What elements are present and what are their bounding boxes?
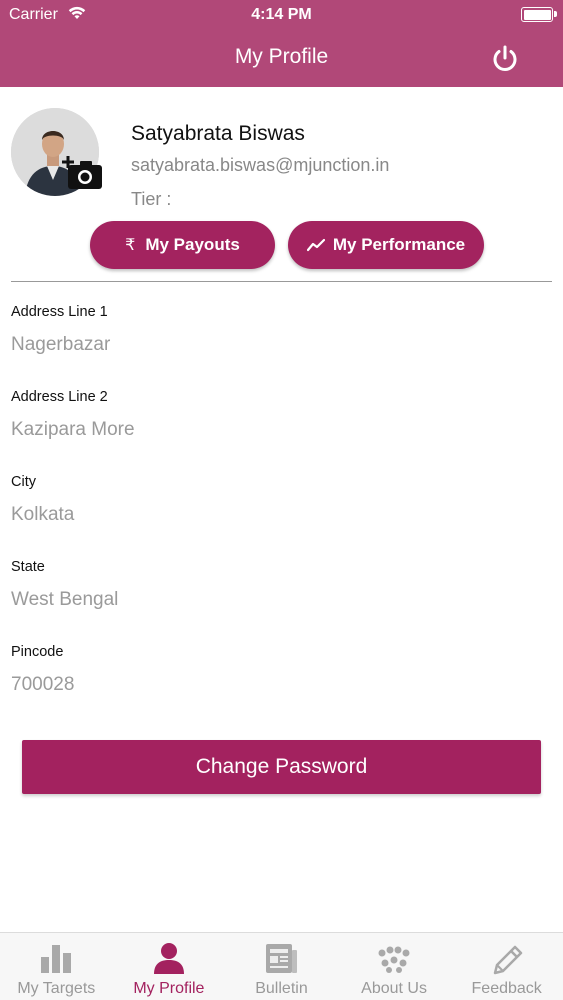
address-line-2-label: Address Line 2	[11, 389, 108, 405]
bar-chart-icon	[41, 945, 72, 973]
power-icon[interactable]	[489, 43, 521, 75]
address-line-1-value[interactable]: Nagerbazar	[11, 334, 110, 356]
my-payouts-button[interactable]: ₹ My Payouts	[90, 221, 275, 269]
rupee-icon: ₹	[125, 237, 136, 254]
tab-bulletin[interactable]: Bulletin	[225, 933, 338, 1000]
state-value[interactable]: West Bengal	[11, 589, 118, 611]
address-line-1-label: Address Line 1	[11, 304, 108, 320]
city-value[interactable]: Kolkata	[11, 504, 74, 526]
tab-label: My Profile	[133, 980, 205, 997]
status-time: 4:14 PM	[251, 6, 312, 23]
profile-name: Satyabrata Biswas	[131, 122, 305, 145]
tab-about-us[interactable]: About Us	[338, 933, 451, 1000]
state-label: State	[11, 559, 45, 575]
pencil-icon	[493, 945, 522, 975]
tab-label: About Us	[361, 980, 427, 997]
camera-add-icon[interactable]	[62, 155, 104, 191]
my-performance-button[interactable]: My Performance	[288, 221, 484, 269]
trend-line-icon	[306, 238, 325, 252]
tab-my-profile[interactable]: My Profile	[113, 933, 226, 1000]
status-bar: Carrier 4:14 PM	[0, 0, 563, 30]
profile-email: satyabrata.biswas@mjunction.in	[131, 155, 390, 175]
tab-my-targets[interactable]: My Targets	[0, 933, 113, 1000]
address-line-2-value[interactable]: Kazipara More	[11, 419, 135, 441]
tab-feedback[interactable]: Feedback	[450, 933, 563, 1000]
pincode-value[interactable]: 700028	[11, 674, 74, 696]
page-title: My Profile	[234, 45, 329, 68]
change-password-button[interactable]: Change Password	[22, 740, 541, 794]
person-icon	[153, 943, 184, 974]
divider	[11, 281, 552, 282]
people-group-icon	[378, 946, 410, 973]
tab-label: Feedback	[471, 980, 542, 997]
my-payouts-label: My Payouts	[145, 235, 240, 254]
city-label: City	[11, 474, 36, 490]
tab-label: My Targets	[17, 980, 96, 997]
my-performance-label: My Performance	[332, 235, 466, 254]
newspaper-icon	[266, 944, 298, 973]
tab-label: Bulletin	[255, 980, 308, 997]
app-header: Carrier 4:14 PM My Profile	[0, 0, 563, 87]
pincode-label: Pincode	[11, 644, 64, 660]
battery-full-icon	[521, 7, 557, 22]
tab-bar: My Targets My Profile Bulletin About Us …	[0, 932, 563, 1000]
profile-tier: Tier :	[131, 189, 172, 209]
